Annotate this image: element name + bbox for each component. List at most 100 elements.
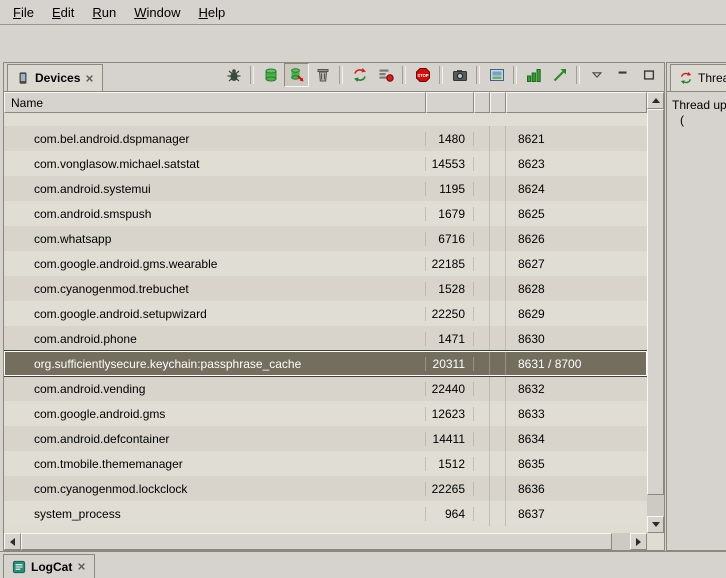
threads-icon (679, 71, 693, 85)
column-header-pid[interactable] (426, 92, 474, 113)
column-header-b[interactable] (490, 92, 506, 113)
vertical-scrollbar[interactable] (647, 92, 664, 533)
update-threads-icon[interactable] (347, 63, 372, 87)
column-header-name-label: Name (11, 96, 43, 110)
column-header-name[interactable]: Name (4, 92, 426, 113)
arrow-right-icon (636, 538, 641, 546)
table-row[interactable]: system_process 964 8637 (4, 501, 647, 526)
tab-logcat[interactable]: LogCat (3, 554, 95, 578)
menu-run[interactable]: Run (83, 2, 125, 23)
capture-views-icon[interactable] (484, 63, 509, 87)
horizontal-scrollbar[interactable] (4, 533, 647, 550)
start-profiling-icon[interactable] (373, 63, 398, 87)
table-row[interactable]: com.google.android.setupwizard 22250 862… (4, 301, 647, 326)
process-port: 8632 (506, 382, 647, 396)
minimize-icon[interactable] (610, 63, 635, 87)
process-pid: 22250 (426, 307, 474, 321)
process-name: com.whatsapp (4, 232, 426, 246)
view-menu-icon[interactable] (584, 63, 609, 87)
process-port: 8623 (506, 157, 647, 171)
tracking-arrow-icon[interactable] (547, 63, 572, 87)
menu-edit[interactable]: Edit (43, 2, 83, 23)
vertical-scroll-thumb[interactable] (647, 109, 664, 495)
toolbar-separator (476, 66, 480, 84)
tab-devices-label: Devices (35, 71, 80, 85)
process-pid: 14553 (426, 157, 474, 171)
horizontal-scroll-thumb[interactable] (21, 533, 612, 550)
stop-process-icon[interactable]: STOP (410, 63, 435, 87)
column-header-a[interactable] (474, 92, 490, 113)
menu-window[interactable]: Window (125, 2, 189, 23)
table-row-selected[interactable]: org.sufficientlysecure.keychain:passphra… (4, 351, 647, 376)
bottom-panel-strip: LogCat (0, 551, 726, 578)
scroll-right-button[interactable] (630, 533, 647, 550)
table-row[interactable]: com.android.vending 22440 8632 (4, 376, 647, 401)
close-icon[interactable] (85, 74, 94, 83)
table-row[interactable]: com.vonglasow.michael.satstat 14553 8623 (4, 151, 647, 176)
threads-panel-header: Threads (667, 63, 726, 92)
devices-panel-header: Devices (4, 63, 664, 92)
scroll-left-button[interactable] (4, 533, 21, 550)
scroll-up-button[interactable] (647, 92, 664, 109)
table-row[interactable]: com.tmobile.thememanager 1512 8635 (4, 451, 647, 476)
device-icon (16, 71, 30, 85)
table-rows: com.bel.android.dspmanager 1480 8621 com… (4, 113, 647, 533)
process-port: 8635 (506, 457, 647, 471)
process-pid: 1528 (426, 282, 474, 296)
table-row[interactable]: com.android.systemui 1195 8624 (4, 176, 647, 201)
table-row[interactable]: com.whatsapp 6716 8626 (4, 226, 647, 251)
process-name: com.google.android.setupwizard (4, 307, 426, 321)
debug-icon[interactable] (221, 63, 246, 87)
process-port: 8631 / 8700 (506, 357, 647, 371)
menu-file[interactable]: File (4, 2, 43, 23)
menu-help[interactable]: Help (189, 2, 234, 23)
tab-devices[interactable]: Devices (7, 64, 103, 91)
process-pid: 22440 (426, 382, 474, 396)
table-row[interactable]: com.android.smspush 1679 8625 (4, 201, 647, 226)
process-port: 8634 (506, 432, 647, 446)
process-pid: 12623 (426, 407, 474, 421)
process-port: 8625 (506, 207, 647, 221)
table-row[interactable]: com.cyanogenmod.lockclock 22265 8636 (4, 476, 647, 501)
table-row[interactable]: com.cyanogenmod.trebuchet 1528 8628 (4, 276, 647, 301)
process-pid: 1471 (426, 332, 474, 346)
maximize-icon[interactable] (636, 63, 661, 87)
arrow-up-icon (652, 98, 660, 103)
table-row[interactable]: com.android.phone 1471 8630 (4, 326, 647, 351)
ddms-window: { "menu": { "items": [ {"label": "File"}… (0, 0, 726, 577)
table-row[interactable]: com.google.android.gms.wearable 22185 86… (4, 251, 647, 276)
menu-bar: File Edit Run Window Help (0, 0, 726, 25)
process-port: 8637 (506, 507, 647, 521)
arrow-down-icon (652, 522, 660, 527)
threads-message-line1: Thread up (672, 98, 726, 113)
table-row[interactable]: com.android.defcontainer 14411 8634 (4, 426, 647, 451)
process-name: com.android.systemui (4, 182, 426, 196)
tab-threads[interactable]: Threads (670, 64, 726, 91)
screen-capture-icon[interactable] (447, 63, 472, 87)
process-name: com.cyanogenmod.trebuchet (4, 282, 426, 296)
table-row[interactable]: com.bel.android.dspmanager 1480 8621 (4, 126, 647, 151)
process-name: com.android.phone (4, 332, 426, 346)
dump-hprof-icon[interactable] (284, 63, 309, 87)
devices-table: Name com.bel.android.dspmanager 1480 862… (4, 92, 664, 550)
process-pid: 1480 (426, 132, 474, 146)
table-header: Name (4, 92, 647, 113)
process-pid: 1679 (426, 207, 474, 221)
process-port: 8630 (506, 332, 647, 346)
heap-bars-icon[interactable] (521, 63, 546, 87)
scroll-down-button[interactable] (647, 516, 664, 533)
process-name: com.android.defcontainer (4, 432, 426, 446)
close-icon[interactable] (77, 562, 86, 571)
column-header-port[interactable] (506, 92, 647, 113)
update-heap-icon[interactable] (258, 63, 283, 87)
process-name: com.android.smspush (4, 207, 426, 221)
process-port: 8629 (506, 307, 647, 321)
threads-message: Thread up ( (667, 92, 726, 128)
table-row[interactable]: com.google.android.gms 12623 8633 (4, 401, 647, 426)
arrow-left-icon (10, 538, 15, 546)
tab-threads-label: Threads (698, 71, 726, 85)
cause-gc-icon[interactable] (310, 63, 335, 87)
process-pid: 20311 (426, 357, 474, 371)
process-port: 8628 (506, 282, 647, 296)
process-port: 8624 (506, 182, 647, 196)
